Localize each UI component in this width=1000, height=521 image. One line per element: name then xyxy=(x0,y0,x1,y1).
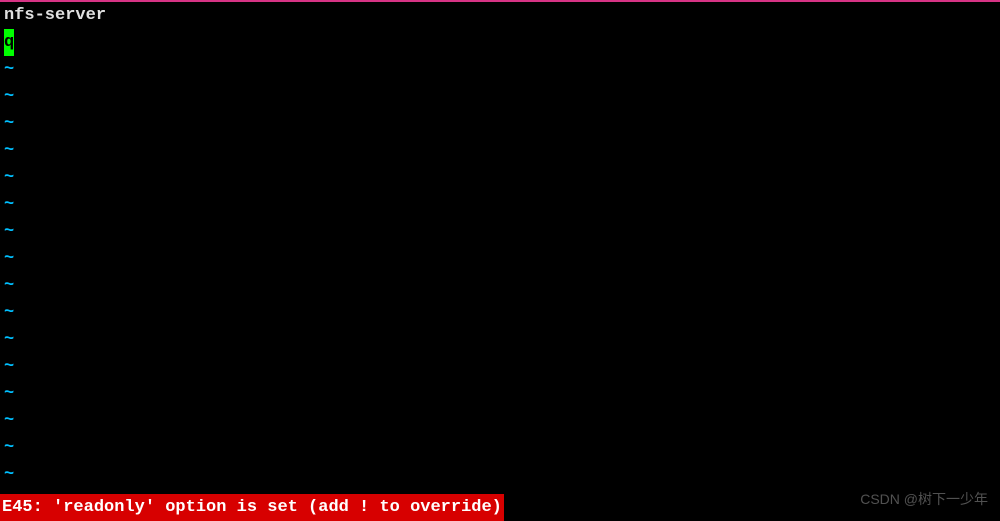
empty-line-marker: ~ xyxy=(4,434,996,461)
error-message: E45: 'readonly' option is set (add ! to … xyxy=(0,494,504,521)
empty-line-marker: ~ xyxy=(4,245,996,272)
empty-line-marker: ~ xyxy=(4,461,996,488)
empty-line-marker: ~ xyxy=(4,83,996,110)
empty-line-marker: ~ xyxy=(4,191,996,218)
empty-line-marker: ~ xyxy=(4,56,996,83)
buffer-line-1: nfs-server xyxy=(4,2,996,29)
status-bar: E45: 'readonly' option is set (add ! to … xyxy=(0,494,1000,521)
empty-line-marker: ~ xyxy=(4,326,996,353)
empty-line-marker: ~ xyxy=(4,164,996,191)
empty-line-marker: ~ xyxy=(4,353,996,380)
empty-line-marker: ~ xyxy=(4,380,996,407)
empty-line-marker: ~ xyxy=(4,407,996,434)
buffer-line-2: q xyxy=(4,29,996,56)
cursor: q xyxy=(4,29,14,56)
empty-line-marker: ~ xyxy=(4,137,996,164)
empty-line-marker: ~ xyxy=(4,299,996,326)
watermark: CSDN @树下一少年 xyxy=(860,486,988,513)
empty-line-marker: ~ xyxy=(4,218,996,245)
empty-line-marker: ~ xyxy=(4,110,996,137)
empty-line-marker: ~ xyxy=(4,272,996,299)
text-editor-buffer[interactable]: nfs-server q ~~~~~~~~~~~~~~~~ xyxy=(0,2,1000,488)
